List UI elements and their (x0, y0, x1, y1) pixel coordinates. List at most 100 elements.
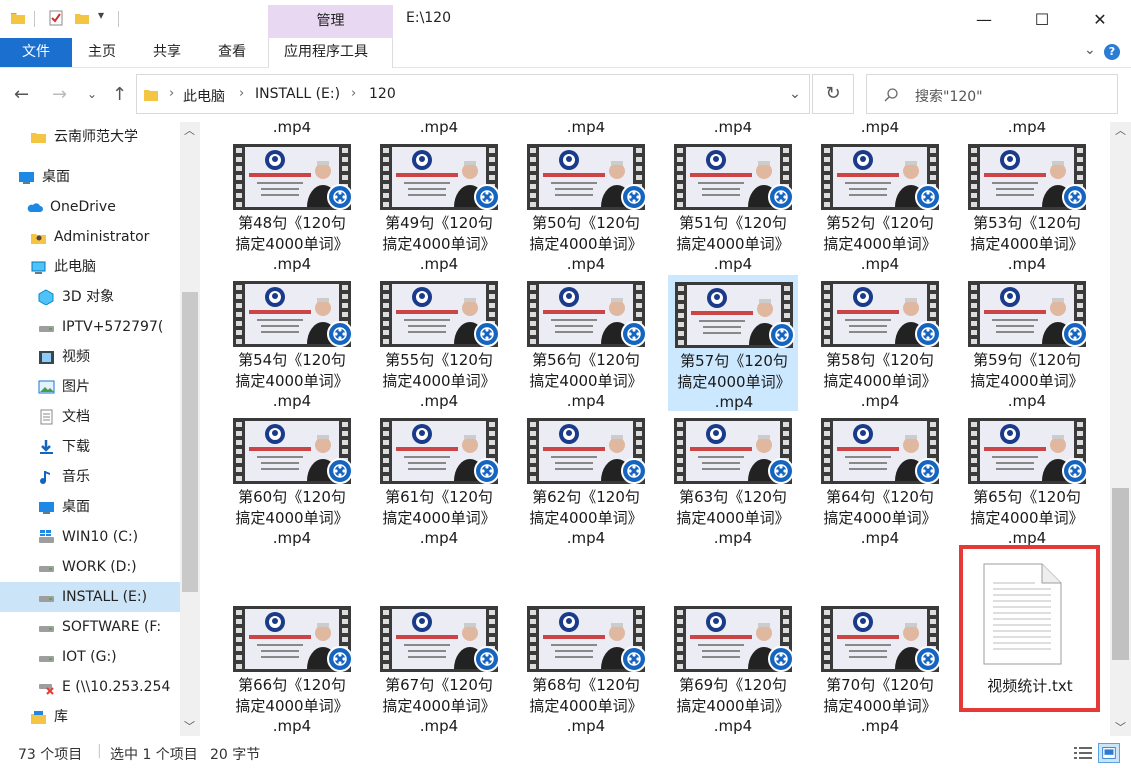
help-icon[interactable]: ? (1104, 44, 1120, 60)
video-file-item[interactable]: 第62句《120句 搞定4000单词》 .mp4 (521, 418, 651, 548)
video-file-item[interactable]: 第66句《120句 搞定4000单词》 .mp4 (227, 606, 357, 736)
maximize-button[interactable]: ☐ (1013, 0, 1071, 38)
tab-view[interactable]: 查看 (218, 38, 246, 67)
tab-share[interactable]: 共享 (153, 38, 181, 67)
video-file-item[interactable]: 第69句《120句 搞定4000单词》 .mp4 (668, 606, 798, 736)
sidebar-item[interactable]: Administrator (0, 222, 180, 252)
windows-drive-icon (39, 530, 54, 543)
video-file-item[interactable]: 第63句《120句 搞定4000单词》 .mp4 (668, 418, 798, 548)
file-name: 第48句《120句 搞定4000单词》 .mp4 (227, 213, 357, 275)
sidebar-item[interactable]: 桌面 (0, 492, 180, 522)
sidebar-item[interactable]: 图片 (0, 372, 180, 402)
customize-quick-access-chevron-icon[interactable]: ▾ (98, 8, 104, 22)
text-file-name[interactable]: 视频统计.txt (960, 675, 1100, 696)
breadcrumb-separator-icon[interactable]: › (351, 86, 356, 101)
tab-home[interactable]: 主页 (88, 38, 116, 67)
file-name-partial[interactable]: .mp4 (374, 122, 504, 138)
file-name-partial[interactable]: .mp4 (962, 122, 1092, 138)
video-file-item[interactable]: 第64句《120句 搞定4000单词》 .mp4 (815, 418, 945, 548)
large-icons-view-icon[interactable] (1098, 743, 1120, 763)
up-icon[interactable]: ↑ (112, 84, 127, 105)
video-file-item[interactable]: 第48句《120句 搞定4000单词》 .mp4 (227, 144, 357, 274)
file-name-partial[interactable]: .mp4 (521, 122, 651, 138)
video-file-item[interactable]: 第61句《120句 搞定4000单词》 .mp4 (374, 418, 504, 548)
video-file-item[interactable]: 第49句《120句 搞定4000单词》 .mp4 (374, 144, 504, 274)
breadcrumb-separator-icon[interactable]: › (169, 86, 174, 101)
tab-manage[interactable]: 管理 (268, 5, 393, 38)
file-name-line: 第67句《120句 (385, 676, 493, 694)
recent-locations-chevron-icon[interactable]: ⌄ (87, 87, 97, 101)
tab-file[interactable]: 文件 (0, 38, 72, 67)
sidebar-item[interactable]: 此电脑 (0, 252, 180, 282)
back-icon[interactable]: ← (14, 84, 29, 105)
sidebar-item[interactable]: SOFTWARE (F: (0, 612, 180, 642)
sidebar-item[interactable]: 3D 对象 (0, 282, 180, 312)
file-name: 第63句《120句 搞定4000单词》 .mp4 (668, 487, 798, 549)
video-file-item[interactable]: 第70句《120句 搞定4000单词》 .mp4 (815, 606, 945, 736)
breadcrumb-separator-icon[interactable]: › (239, 86, 244, 101)
sidebar-item[interactable]: 下载 (0, 432, 180, 462)
sidebar-item[interactable]: 桌面 (0, 162, 180, 192)
breadcrumb-this-pc[interactable]: 此电脑 (183, 86, 225, 106)
breadcrumb-install-drive[interactable]: INSTALL (E:) (255, 86, 340, 102)
refresh-icon: ↻ (825, 83, 841, 104)
sidebar-item[interactable]: WIN10 (C:) (0, 522, 180, 552)
video-file-item[interactable]: 第68句《120句 搞定4000单词》 .mp4 (521, 606, 651, 736)
video-file-item[interactable]: 第51句《120句 搞定4000单词》 .mp4 (668, 144, 798, 274)
video-file-item[interactable]: 第56句《120句 搞定4000单词》 .mp4 (521, 281, 651, 411)
search-icon (884, 88, 898, 102)
text-file-icon[interactable] (983, 563, 1062, 665)
video-file-item[interactable]: 第55句《120句 搞定4000单词》 .mp4 (374, 281, 504, 411)
sidebar-scrollbar-thumb[interactable] (182, 292, 198, 592)
video-player-icon (915, 321, 941, 347)
sidebar-item[interactable]: IOT (G:) (0, 642, 180, 672)
video-file-item[interactable]: 第58句《120句 搞定4000单词》 .mp4 (815, 281, 945, 411)
close-button[interactable]: ✕ (1071, 0, 1129, 38)
scroll-down-icon[interactable]: ﹀ (184, 718, 195, 734)
sidebar-item[interactable]: E (\\10.253.254 (0, 672, 180, 702)
file-name-partial[interactable]: .mp4 (227, 122, 357, 138)
sidebar-item[interactable]: 文档 (0, 402, 180, 432)
sidebar-item[interactable]: 云南师范大学 (0, 122, 180, 152)
video-file-item[interactable]: 第53句《120句 搞定4000单词》 .mp4 (962, 144, 1092, 274)
video-file-item[interactable]: 第65句《120句 搞定4000单词》 .mp4 (962, 418, 1092, 548)
video-file-item[interactable]: 第59句《120句 搞定4000单词》 .mp4 (962, 281, 1092, 411)
video-file-item[interactable]: 第50句《120句 搞定4000单词》 .mp4 (521, 144, 651, 274)
sidebar-item[interactable]: 库 (0, 702, 180, 732)
sidebar-item[interactable]: WORK (D:) (0, 552, 180, 582)
sidebar-item[interactable]: 音乐 (0, 462, 180, 492)
video-file-item[interactable]: 第52句《120句 搞定4000单词》 .mp4 (815, 144, 945, 274)
new-folder-icon[interactable] (74, 10, 90, 26)
expand-ribbon-icon[interactable]: ⌄ (1084, 42, 1096, 58)
lecture-frame-image (833, 284, 927, 344)
scroll-up-icon[interactable]: ︿ (1115, 122, 1126, 138)
breadcrumb-120[interactable]: 120 (369, 86, 396, 102)
minimize-button[interactable]: — (955, 0, 1013, 38)
file-list-scrollbar[interactable]: ︿ ﹀ (1110, 122, 1131, 736)
scroll-up-icon[interactable]: ︿ (184, 122, 195, 138)
video-file-item[interactable]: 第54句《120句 搞定4000单词》 .mp4 (227, 281, 357, 411)
sidebar-item[interactable]: INSTALL (E:) (0, 582, 180, 612)
forward-icon[interactable]: → (52, 84, 67, 105)
search-input[interactable]: 搜索"120" (866, 74, 1118, 114)
sidebar-item[interactable]: OneDrive (0, 192, 180, 222)
file-name-partial[interactable]: .mp4 (668, 122, 798, 138)
video-file-item[interactable]: 第67句《120句 搞定4000单词》 .mp4 (374, 606, 504, 736)
video-file-item[interactable]: 第57句《120句 搞定4000单词》 .mp4 (668, 275, 798, 411)
sidebar-item-label: 文档 (62, 409, 90, 425)
file-name-partial[interactable]: .mp4 (815, 122, 945, 138)
address-history-chevron-icon[interactable]: ⌄ (780, 75, 810, 113)
sidebar-scrollbar[interactable]: ︿ ﹀ (180, 122, 200, 736)
details-view-icon[interactable] (1072, 743, 1094, 763)
sidebar-item[interactable]: IPTV+572797( (0, 312, 180, 342)
refresh-button[interactable]: ↻ (812, 74, 854, 114)
file-list-scrollbar-thumb[interactable] (1112, 488, 1129, 660)
lecture-frame-image (686, 421, 780, 481)
address-bar[interactable]: › 此电脑 › INSTALL (E:) › 120 (136, 74, 810, 114)
tab-application-tools[interactable]: 应用程序工具 (284, 38, 368, 67)
scroll-down-icon[interactable]: ﹀ (1115, 719, 1126, 735)
properties-icon[interactable] (48, 10, 64, 26)
sidebar-item[interactable]: 视频 (0, 342, 180, 372)
video-file-item[interactable]: 第60句《120句 搞定4000单词》 .mp4 (227, 418, 357, 548)
video-thumbnail (821, 418, 941, 484)
